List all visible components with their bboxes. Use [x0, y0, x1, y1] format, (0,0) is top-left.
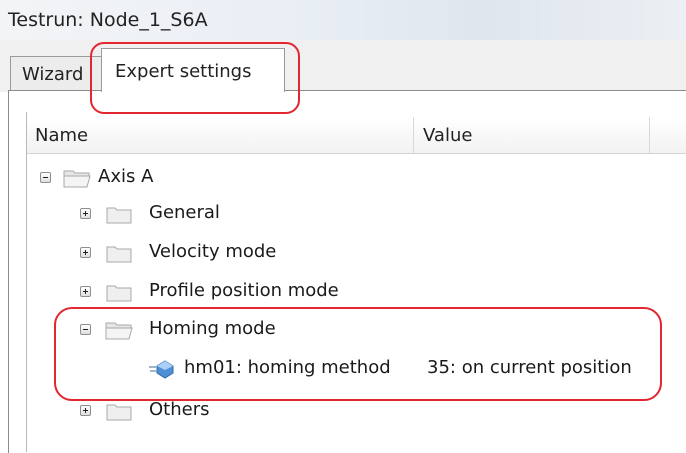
tab-wizard-label: Wizard	[22, 64, 84, 85]
highlight-box-expert-tab	[90, 42, 300, 114]
tree-row-general[interactable]: General	[80, 201, 480, 231]
folder-icon	[106, 207, 132, 224]
tree-row-others[interactable]: Others	[80, 398, 480, 428]
expand-icon[interactable]	[80, 405, 91, 416]
column-header-name[interactable]: Name	[35, 125, 88, 146]
folder-icon	[106, 246, 132, 263]
expand-icon[interactable]	[80, 247, 91, 258]
collapse-icon[interactable]	[40, 172, 51, 183]
folder-icon	[106, 404, 132, 421]
tree-label-others: Others	[149, 399, 210, 420]
folder-open-icon	[63, 170, 91, 188]
folder-icon	[106, 285, 132, 302]
expand-icon[interactable]	[80, 286, 91, 297]
column-header-value[interactable]: Value	[423, 125, 472, 146]
column-divider[interactable]	[413, 117, 414, 153]
tree-label-axis-a: Axis A	[98, 166, 154, 187]
window-titlebar: Testrun: Node_1_S6A	[0, 0, 686, 40]
tree-label-profile-position-mode: Profile position mode	[149, 280, 339, 301]
tree-header: Name Value	[27, 117, 686, 154]
highlight-box-homing-mode	[54, 307, 662, 401]
tab-wizard[interactable]: Wizard	[10, 56, 102, 92]
window-title: Testrun: Node_1_S6A	[8, 9, 208, 31]
column-divider[interactable]	[649, 117, 650, 153]
tree-row-velocity-mode[interactable]: Velocity mode	[80, 240, 480, 270]
tree-label-general: General	[149, 202, 220, 223]
expand-icon[interactable]	[80, 208, 91, 219]
tree-row-profile-position-mode[interactable]: Profile position mode	[80, 279, 480, 309]
tree-label-velocity-mode: Velocity mode	[149, 241, 277, 262]
tree-row-axis-a[interactable]: Axis A	[40, 165, 440, 195]
